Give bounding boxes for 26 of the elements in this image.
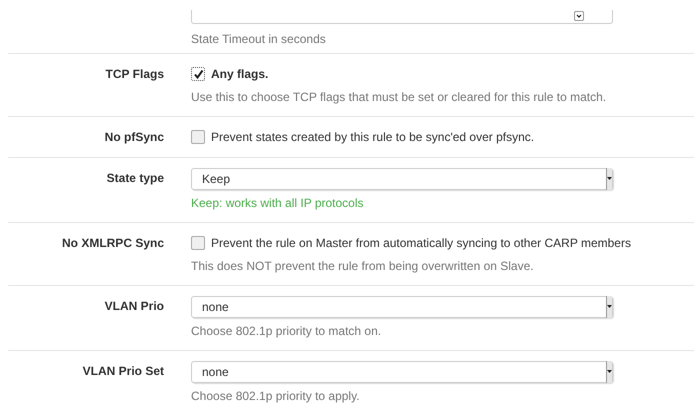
select-field[interactable]: none: [191, 361, 613, 383]
field-label: No pfSync: [104, 129, 164, 146]
help-text: State Timeout in seconds: [191, 31, 327, 48]
select-field[interactable]: none: [191, 296, 613, 318]
help-text: Keep: works with all IP protocols: [191, 195, 365, 212]
field-label: TCP Flags: [106, 66, 164, 83]
help-text: This does NOT prevent the rule from being overwritten on Slave.: [191, 258, 535, 275]
spinner-icon[interactable]: [574, 11, 584, 21]
checkbox-label: Prevent the rule on Master from automatically syncing to other CARP members: [211, 235, 631, 252]
checkbox[interactable]: [191, 130, 205, 144]
checkbox-label: Any flags.: [211, 66, 268, 83]
select-field[interactable]: Keep: [191, 168, 613, 190]
help-text: Use this to choose TCP flags that must be set or cleared for this rule to match.: [191, 89, 606, 106]
checkbox-label: Prevent states created by this rule to be sync'ed over pfsync.: [211, 129, 534, 146]
checkbox[interactable]: [191, 236, 205, 250]
checkbox[interactable]: [191, 67, 205, 81]
field-label: VLAN Prio Set: [82, 363, 164, 380]
number-field[interactable]: [191, 10, 613, 24]
dropdown-caret-icon: [606, 168, 612, 190]
help-text: Choose 802.1p priority to apply.: [191, 388, 361, 405]
field-label: No XMLRPC Sync: [62, 235, 164, 252]
help-text: Choose 802.1p priority to match on.: [191, 323, 382, 340]
dropdown-caret-icon: [606, 296, 612, 318]
field-label: State type: [106, 170, 164, 187]
field-label: VLAN Prio: [104, 298, 164, 315]
dropdown-caret-icon: [606, 361, 612, 383]
